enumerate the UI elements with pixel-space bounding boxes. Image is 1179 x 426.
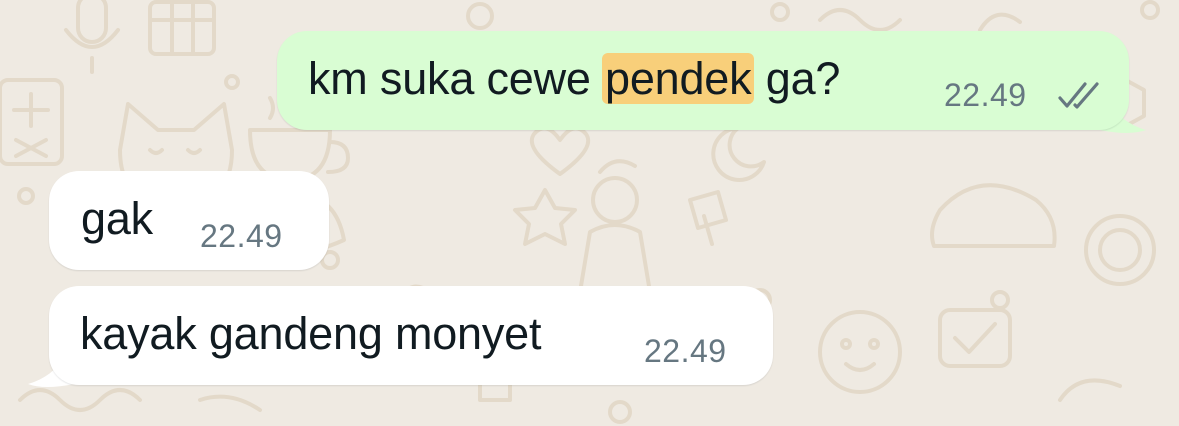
double-check-icon: [1058, 82, 1099, 109]
message-timestamp: 22.49: [644, 333, 727, 369]
search-highlight: pendek: [602, 53, 755, 104]
outgoing-message-text: km suka cewe pendek ga?: [308, 53, 840, 105]
message-text-before: km suka cewe: [308, 53, 603, 104]
incoming-message-text: kayak gandeng monyet: [80, 308, 542, 359]
message-timestamp: 22.49: [200, 218, 283, 254]
outgoing-message-bubble[interactable]: km suka cewe pendek ga? 22.49: [277, 31, 1129, 130]
incoming-message-bubble[interactable]: kayak gandeng monyet 22.49: [49, 286, 773, 385]
incoming-message-bubble[interactable]: gak 22.49: [49, 171, 329, 270]
message-timestamp: 22.49: [944, 77, 1027, 113]
message-text-after: ga?: [753, 53, 841, 104]
incoming-message-text: gak: [81, 193, 153, 244]
